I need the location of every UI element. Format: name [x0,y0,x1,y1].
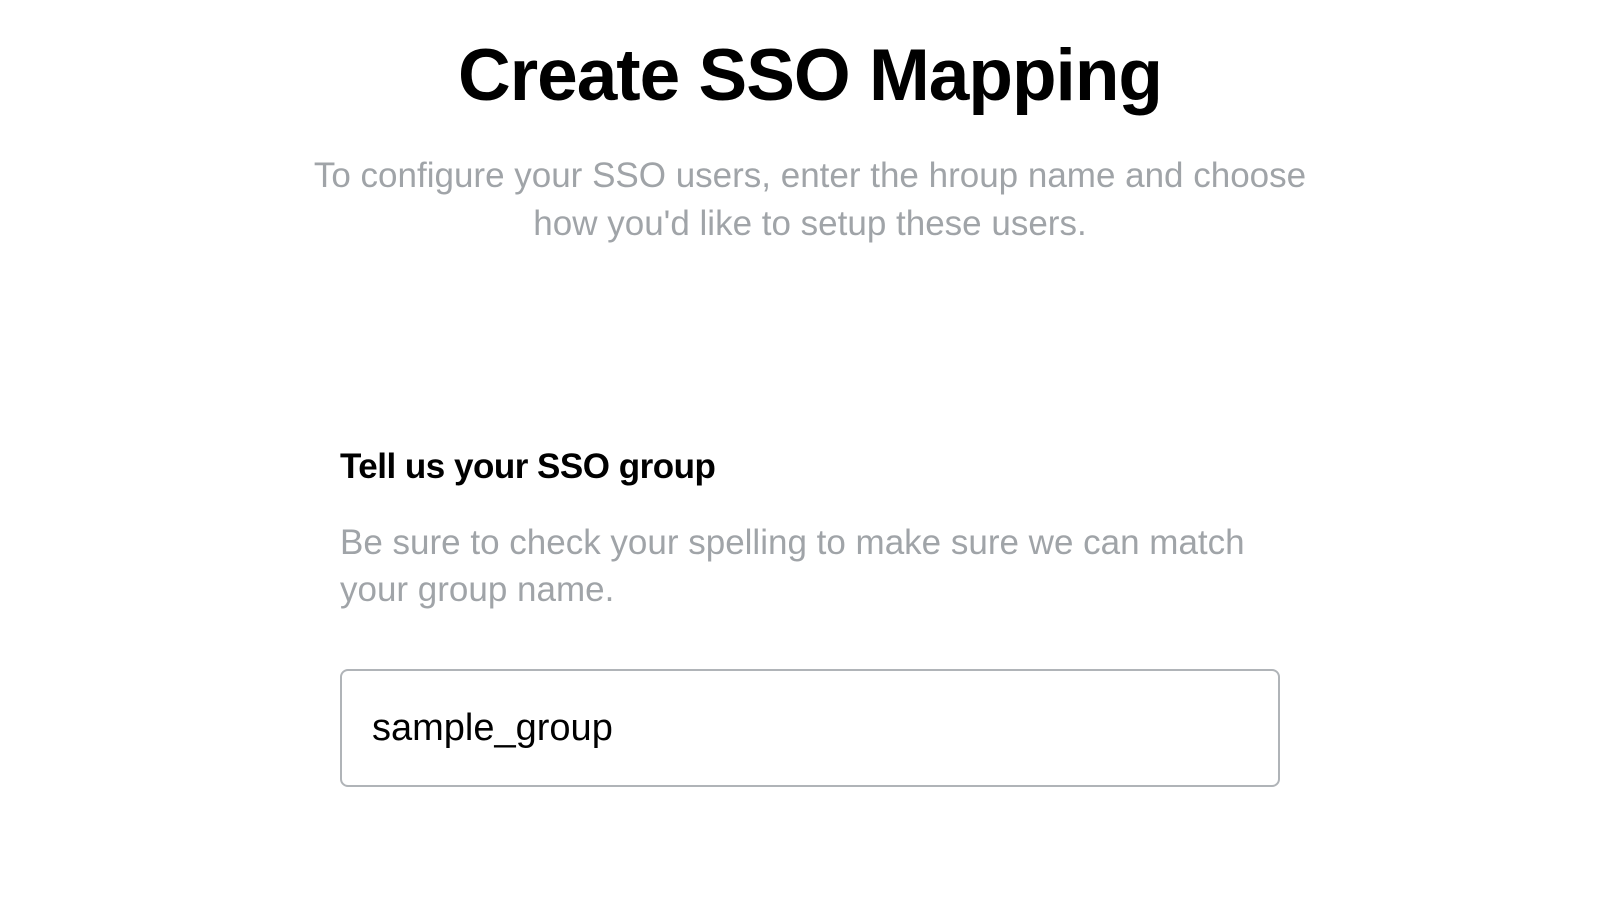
section-heading: Tell us your SSO group [340,447,1280,487]
input-wrapper [340,669,1280,787]
page-container: Create SSO Mapping To configure your SSO… [0,0,1620,787]
page-subtitle: To configure your SSO users, enter the h… [310,152,1310,247]
sso-group-section: Tell us your SSO group Be sure to check … [340,447,1280,788]
section-helper-text: Be sure to check your spelling to make s… [340,519,1280,614]
sso-group-input[interactable] [340,669,1280,787]
page-header: Create SSO Mapping To configure your SSO… [310,36,1310,247]
page-title: Create SSO Mapping [310,36,1310,116]
